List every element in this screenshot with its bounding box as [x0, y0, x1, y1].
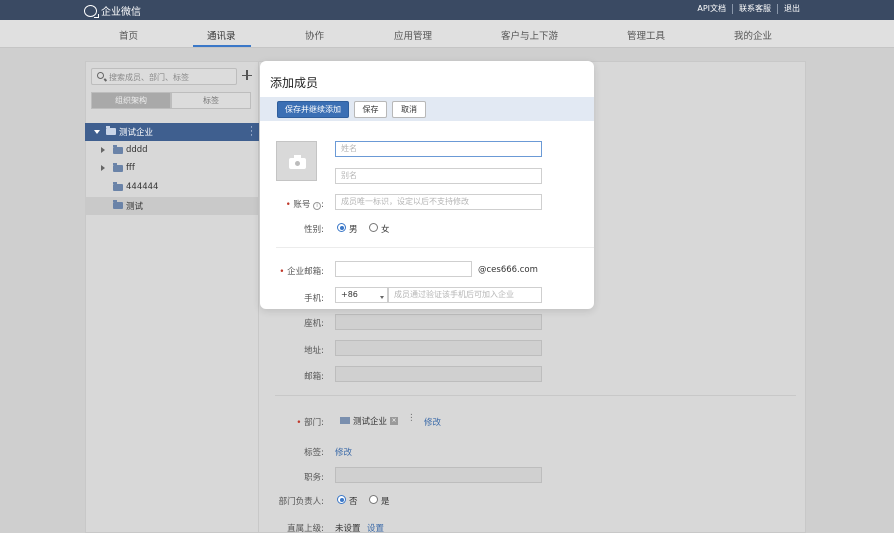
tree-item-dddd[interactable]: dddd: [85, 142, 259, 160]
gender-female-label: 女: [381, 225, 390, 235]
app-logo[interactable]: 企业微信: [84, 3, 141, 18]
department-modify-link[interactable]: 修改: [424, 416, 441, 428]
nav-admin-tools[interactable]: 管理工具: [627, 28, 665, 42]
dialog-divider: [276, 247, 594, 248]
save-button[interactable]: 保存: [354, 101, 387, 118]
tab-tags[interactable]: 标签: [171, 92, 251, 109]
main-nav: 首页 通讯录 协作 应用管理 客户与上下游 管理工具 我的企业: [0, 20, 894, 48]
mail-label: 邮箱:: [304, 372, 324, 382]
tag-label: 标签:: [304, 448, 324, 458]
app-name: 企业微信: [101, 7, 141, 18]
landline-input[interactable]: [335, 314, 542, 330]
superior-set-link[interactable]: 设置: [367, 522, 384, 533]
tree-item-root[interactable]: 测试企业 · · ·: [85, 123, 259, 141]
tree-item-label: 测试企业: [119, 128, 154, 138]
search-icon: [97, 72, 104, 79]
expand-arrow-icon[interactable]: [101, 165, 105, 171]
dialog-title: 添加成员: [270, 76, 319, 90]
department-label: • 部门:: [296, 418, 324, 428]
account-label: • 账号 i:: [285, 200, 324, 210]
nav-active-indicator: [193, 45, 251, 47]
mobile-label: 手机:: [304, 294, 324, 304]
mobile-input[interactable]: 成员通过验证该手机后可加入企业: [388, 287, 542, 303]
name-input[interactable]: 姓名: [335, 141, 542, 157]
tree-item-label: fff: [126, 163, 135, 173]
tree-item-label: 444444: [126, 182, 159, 192]
dept-head-yes-radio[interactable]: [369, 495, 378, 504]
account-input[interactable]: 成员唯一标识，设定以后不支持修改: [335, 194, 542, 210]
mail-input[interactable]: [335, 366, 542, 382]
address-input[interactable]: [335, 340, 542, 356]
tag-modify-link[interactable]: 修改: [335, 446, 352, 458]
tree-item-fff[interactable]: fff: [85, 160, 259, 178]
email-domain: @ces666.com: [478, 265, 538, 275]
country-code-select[interactable]: +86: [335, 287, 388, 303]
folder-icon: [106, 126, 116, 135]
tree-item-444444[interactable]: 444444: [85, 179, 259, 197]
country-code-value: +86: [341, 290, 358, 299]
more-options-icon[interactable]: · · ·: [250, 124, 253, 141]
tree-item-label: 测试: [126, 202, 144, 212]
email-label: • 企业邮箱:: [279, 267, 324, 277]
nav-collaboration[interactable]: 协作: [305, 28, 324, 42]
top-links: API文档 联系客服 退出: [691, 4, 806, 14]
expand-arrow-icon[interactable]: [101, 147, 105, 153]
folder-icon: [340, 417, 350, 424]
logout-link[interactable]: 退出: [778, 4, 806, 14]
gender-male-radio[interactable]: [337, 223, 346, 232]
dept-head-yes-label: 是: [381, 497, 390, 507]
nav-contacts[interactable]: 通讯录: [207, 28, 236, 42]
gender-female-radio[interactable]: [369, 223, 378, 232]
superior-label: 直属上级:: [287, 524, 324, 533]
folder-icon: [113, 182, 123, 191]
nav-app-management[interactable]: 应用管理: [394, 28, 432, 42]
avatar-upload[interactable]: [276, 141, 317, 181]
address-label: 地址:: [304, 346, 324, 356]
add-member-dialog: 添加成员 保存并继续添加 保存 取消 姓名 别名 • 账号 i: 成员唯一标识，…: [260, 61, 594, 309]
section-divider: [275, 395, 796, 396]
wecom-logo-icon: [84, 4, 99, 18]
dept-head-no-radio[interactable]: [337, 495, 346, 504]
add-icon[interactable]: [241, 69, 253, 81]
folder-icon: [113, 200, 123, 209]
email-input[interactable]: [335, 261, 472, 277]
contact-support-link[interactable]: 联系客服: [733, 4, 778, 14]
info-icon[interactable]: i: [313, 202, 322, 210]
chevron-down-icon: [380, 296, 384, 299]
search-placeholder: 搜索成员、部门、标签: [109, 73, 189, 82]
tab-org-structure[interactable]: 组织架构: [91, 92, 171, 109]
nav-my-enterprise[interactable]: 我的企业: [734, 28, 772, 42]
folder-icon: [113, 163, 123, 172]
alias-input[interactable]: 别名: [335, 168, 542, 184]
dept-head-no-label: 否: [349, 497, 358, 507]
tree-item-label: dddd: [126, 145, 148, 155]
member-search-input[interactable]: 搜索成员、部门、标签: [91, 68, 237, 85]
remove-department-icon[interactable]: ×: [390, 417, 398, 425]
gender-label: 性别:: [304, 225, 324, 235]
save-and-continue-button[interactable]: 保存并继续添加: [277, 101, 349, 118]
department-more-icon[interactable]: ⋮: [407, 413, 416, 423]
tree-item-test[interactable]: 测试: [85, 197, 259, 215]
position-input[interactable]: [335, 467, 542, 483]
gender-male-label: 男: [349, 225, 358, 235]
folder-icon: [113, 145, 123, 154]
superior-value: 未设置: [335, 524, 361, 533]
top-bar: 企业微信 API文档 联系客服 退出: [0, 0, 894, 20]
landline-label: 座机:: [304, 319, 324, 329]
nav-customers[interactable]: 客户与上下游: [501, 28, 558, 42]
camera-lens: [295, 161, 300, 166]
cancel-button[interactable]: 取消: [392, 101, 426, 118]
collapse-arrow-icon[interactable]: [94, 130, 100, 134]
position-label: 职务:: [304, 473, 324, 483]
api-docs-link[interactable]: API文档: [691, 4, 733, 14]
department-value: 测试企业: [353, 417, 388, 427]
dept-head-label: 部门负责人:: [278, 497, 324, 507]
nav-home[interactable]: 首页: [119, 28, 138, 42]
